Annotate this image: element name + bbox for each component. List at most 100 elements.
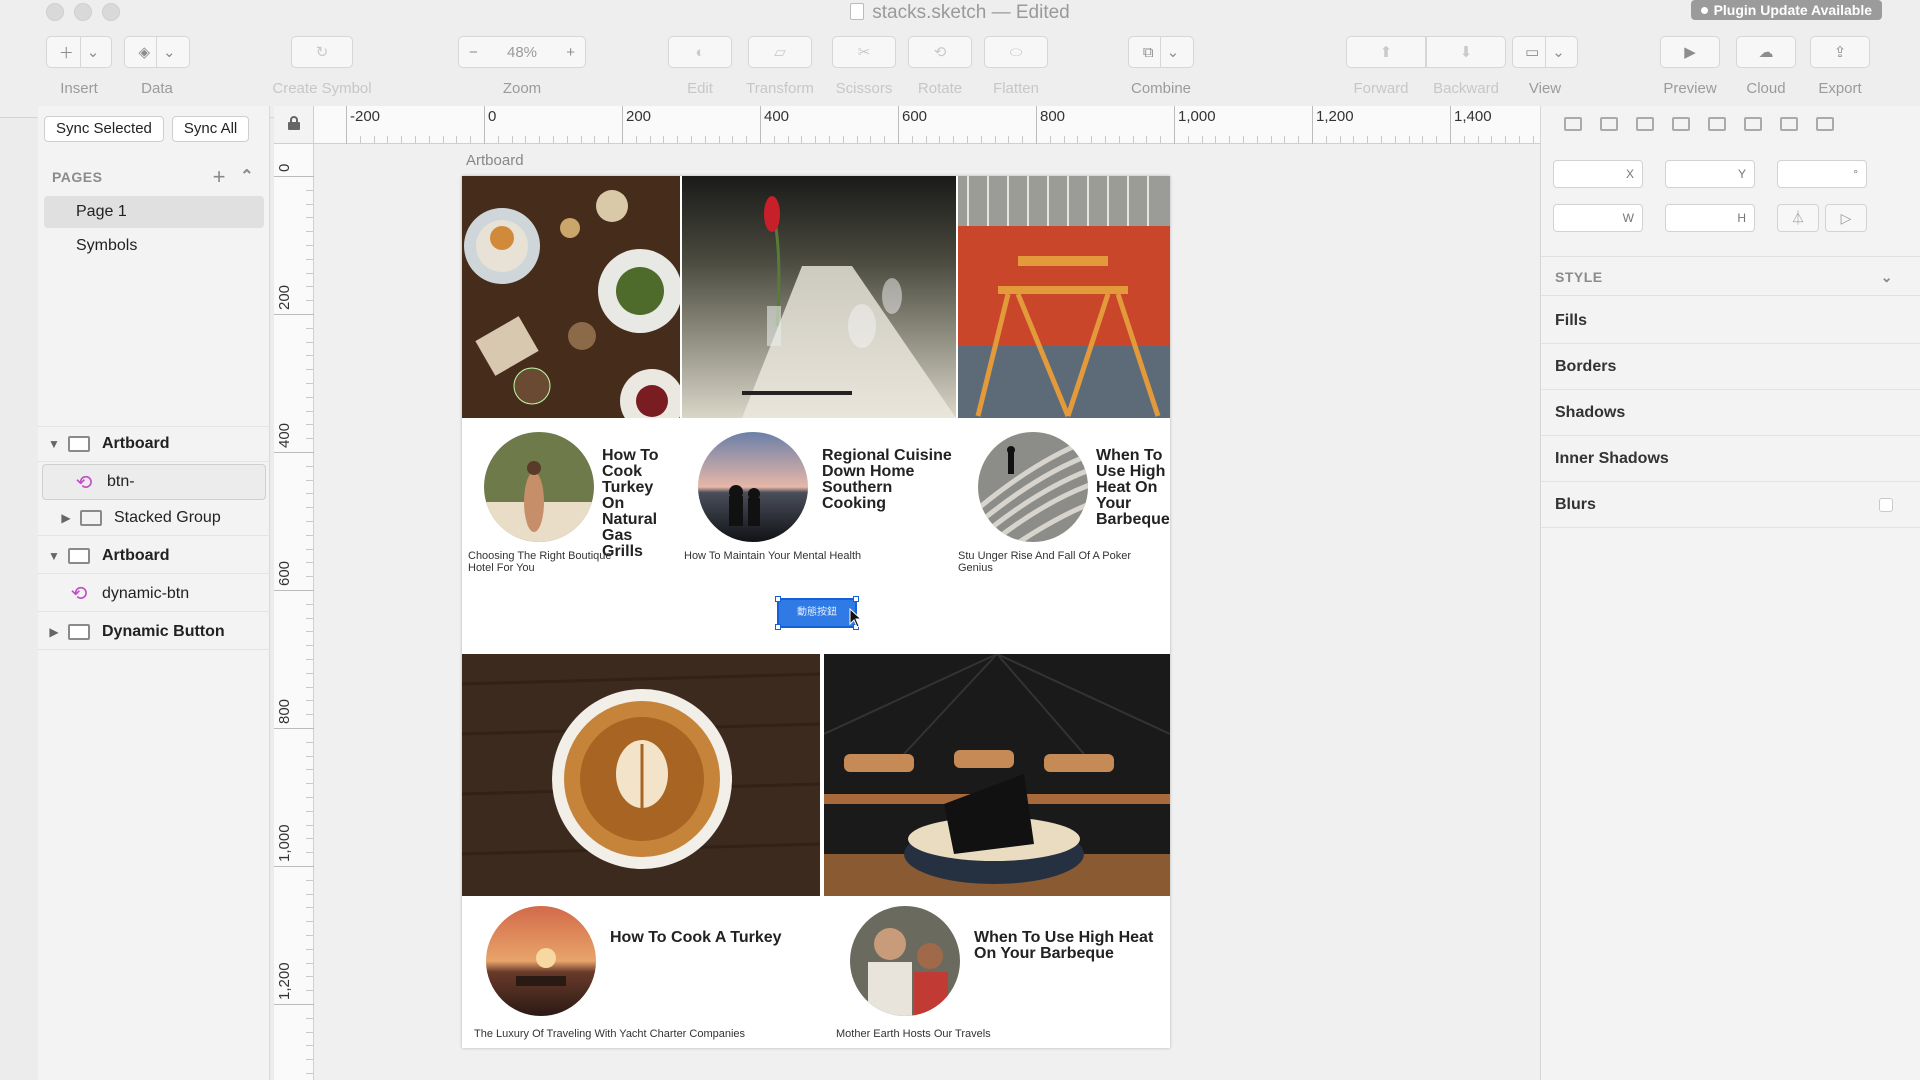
resize-handle[interactable] (775, 596, 781, 602)
forward-tool[interactable]: ⬆ Forward (1346, 36, 1426, 97)
y-field[interactable]: Y (1665, 160, 1755, 188)
sync-all-button[interactable]: Sync All (171, 116, 250, 142)
align-bottom-icon[interactable] (1813, 112, 1834, 132)
ruler-minor-tick (953, 136, 955, 143)
fills-row[interactable]: Fills (1541, 298, 1920, 344)
preview-tool[interactable]: ▶ Preview (1658, 36, 1722, 97)
align-center-icon[interactable] (1669, 112, 1690, 132)
flatten-tool[interactable]: ⬭ Flatten (984, 36, 1048, 97)
preview-button[interactable]: ▶ (1660, 36, 1720, 68)
layer-artboard[interactable]: ▼ Artboard (38, 426, 270, 462)
export-tool[interactable]: ⇪ Export (1810, 36, 1870, 97)
ruler-tick-label: 1,000 (276, 824, 293, 862)
edit-button[interactable]: ◐ (668, 36, 732, 68)
create-symbol-tool[interactable]: ↻ Create Symbol (270, 36, 374, 97)
borders-row[interactable]: Borders (1541, 344, 1920, 390)
view-button[interactable]: ▭ ⌄ (1512, 36, 1578, 68)
sync-row: Sync Selected Sync All (38, 116, 250, 142)
ruler-minor-tick (306, 976, 313, 978)
cloud-button[interactable]: ☁ (1736, 36, 1796, 68)
disclosure-expanded-icon[interactable]: ▼ (48, 437, 60, 451)
zoom-in-button[interactable]: + (566, 44, 575, 61)
create-symbol-button[interactable]: ↻ (291, 36, 353, 68)
canvas[interactable]: Artboard How To Cook Turkey On Natural G… (314, 144, 1540, 1080)
ruler-minor-tick (306, 617, 313, 619)
layer-dynamic-button[interactable]: ▶ Dynamic Button (38, 614, 270, 650)
layer-stacked-group[interactable]: ▶ Stacked Group (38, 500, 270, 536)
flip-horizontal-button[interactable]: ⏃ (1777, 204, 1819, 232)
scissors-label: Scissors (835, 80, 893, 97)
transform-button[interactable]: ▱ (748, 36, 812, 68)
ruler-minor-tick (870, 136, 872, 143)
resize-handle[interactable] (853, 596, 859, 602)
resize-handle[interactable] (775, 624, 781, 630)
align-top-icon[interactable] (1741, 112, 1762, 132)
scissors-button[interactable]: ✂ (832, 36, 896, 68)
align-left-icon[interactable] (1633, 112, 1654, 132)
zoom-tool[interactable]: − 48% + Zoom (458, 36, 586, 97)
blurs-checkbox[interactable] (1879, 498, 1893, 512)
layers-panel: Sync Selected Sync All PAGES + ⌃ Page 1 … (38, 106, 270, 1080)
ruler-minor-tick (442, 136, 444, 143)
layer-dynamic-btn-symbol[interactable]: ⟲ dynamic-btn (38, 576, 270, 612)
style-section-header[interactable]: STYLE ⌄ (1541, 256, 1920, 296)
flip-vertical-button[interactable]: ▷ (1825, 204, 1867, 232)
page-item-symbols[interactable]: Symbols (44, 230, 264, 262)
backward-button[interactable]: ⬇ (1426, 36, 1506, 68)
rotation-field[interactable]: ° (1777, 160, 1867, 188)
sync-selected-button[interactable]: Sync Selected (44, 116, 164, 142)
inner-shadows-row[interactable]: Inner Shadows (1541, 436, 1920, 482)
ruler-minor-tick (306, 935, 313, 936)
data-button[interactable]: ◈ ⌄ (124, 36, 190, 68)
rotate-tool[interactable]: ⟲ Rotate (908, 36, 972, 97)
backward-icon: ⬇ (1459, 44, 1473, 61)
artboard-label[interactable]: Artboard (466, 152, 524, 169)
export-button[interactable]: ⇪ (1810, 36, 1870, 68)
distribute-horizontal-icon[interactable] (1561, 112, 1582, 132)
combine-tool[interactable]: ⧉ ⌄ Combine (1126, 36, 1196, 97)
height-field[interactable]: H (1665, 204, 1755, 232)
chevron-up-icon[interactable]: ⌃ (240, 162, 254, 192)
align-right-icon[interactable] (1705, 112, 1726, 132)
ruler-major-tick (1450, 106, 1451, 144)
x-field[interactable]: X (1553, 160, 1643, 188)
artboard[interactable]: How To Cook Turkey On Natural Gas Grills… (462, 176, 1170, 1048)
cloud-tool[interactable]: ☁ Cloud (1736, 36, 1796, 97)
distribute-vertical-icon[interactable] (1597, 112, 1618, 132)
disclosure-collapsed-icon[interactable]: ▶ (48, 625, 60, 639)
width-field[interactable]: W (1553, 204, 1643, 232)
shadows-row[interactable]: Shadows (1541, 390, 1920, 436)
flatten-button[interactable]: ⬭ (984, 36, 1048, 68)
view-tool[interactable]: ▭ ⌄ View (1512, 36, 1578, 97)
horizontal-ruler[interactable]: -200 0 200 400 600 800 1,000 1,200 1,400 (314, 106, 1540, 144)
rotate-button[interactable]: ⟲ (908, 36, 972, 68)
zoom-control[interactable]: − 48% + (458, 36, 586, 68)
disclosure-collapsed-icon[interactable]: ▶ (60, 511, 72, 525)
ruler-lock[interactable] (274, 106, 314, 144)
layer-artboard[interactable]: ▼ Artboard (38, 538, 270, 574)
add-page-icon[interactable]: + (213, 162, 226, 192)
scissors-tool[interactable]: ✂ Scissors (832, 36, 896, 97)
backward-tool[interactable]: ⬇ Backward (1426, 36, 1506, 97)
align-middle-icon[interactable] (1777, 112, 1798, 132)
dynamic-button[interactable]: 動態按鈕 (775, 596, 859, 630)
zoom-out-button[interactable]: − (469, 44, 478, 61)
plugin-update-badge[interactable]: Plugin Update Available (1690, 0, 1882, 20)
vertical-ruler[interactable]: 0 200 400 600 800 1,000 1,200 (274, 144, 314, 1080)
combine-button[interactable]: ⧉ ⌄ (1128, 36, 1194, 68)
edit-tool[interactable]: ◐ Edit (668, 36, 732, 97)
chevron-down-icon[interactable]: ⌄ (1881, 257, 1893, 297)
disclosure-expanded-icon[interactable]: ▼ (48, 549, 60, 563)
ruler-minor-tick (1422, 136, 1424, 143)
ruler-minor-tick (306, 383, 313, 384)
transform-tool[interactable]: ▱ Transform (742, 36, 818, 97)
page-item-page-1[interactable]: Page 1 (44, 196, 264, 228)
layer-btn-symbol[interactable]: ⟲ btn- (42, 464, 266, 500)
scissors-icon: ✂ (857, 44, 871, 61)
forward-button[interactable]: ⬆ (1346, 36, 1426, 68)
blurs-row[interactable]: Blurs (1541, 482, 1920, 528)
insert-tool[interactable]: ＋ ⌄ Insert (46, 36, 112, 97)
data-tool[interactable]: ◈ ⌄ Data (124, 36, 190, 97)
insert-button[interactable]: ＋ ⌄ (46, 36, 112, 68)
ruler-major-tick (760, 106, 761, 144)
